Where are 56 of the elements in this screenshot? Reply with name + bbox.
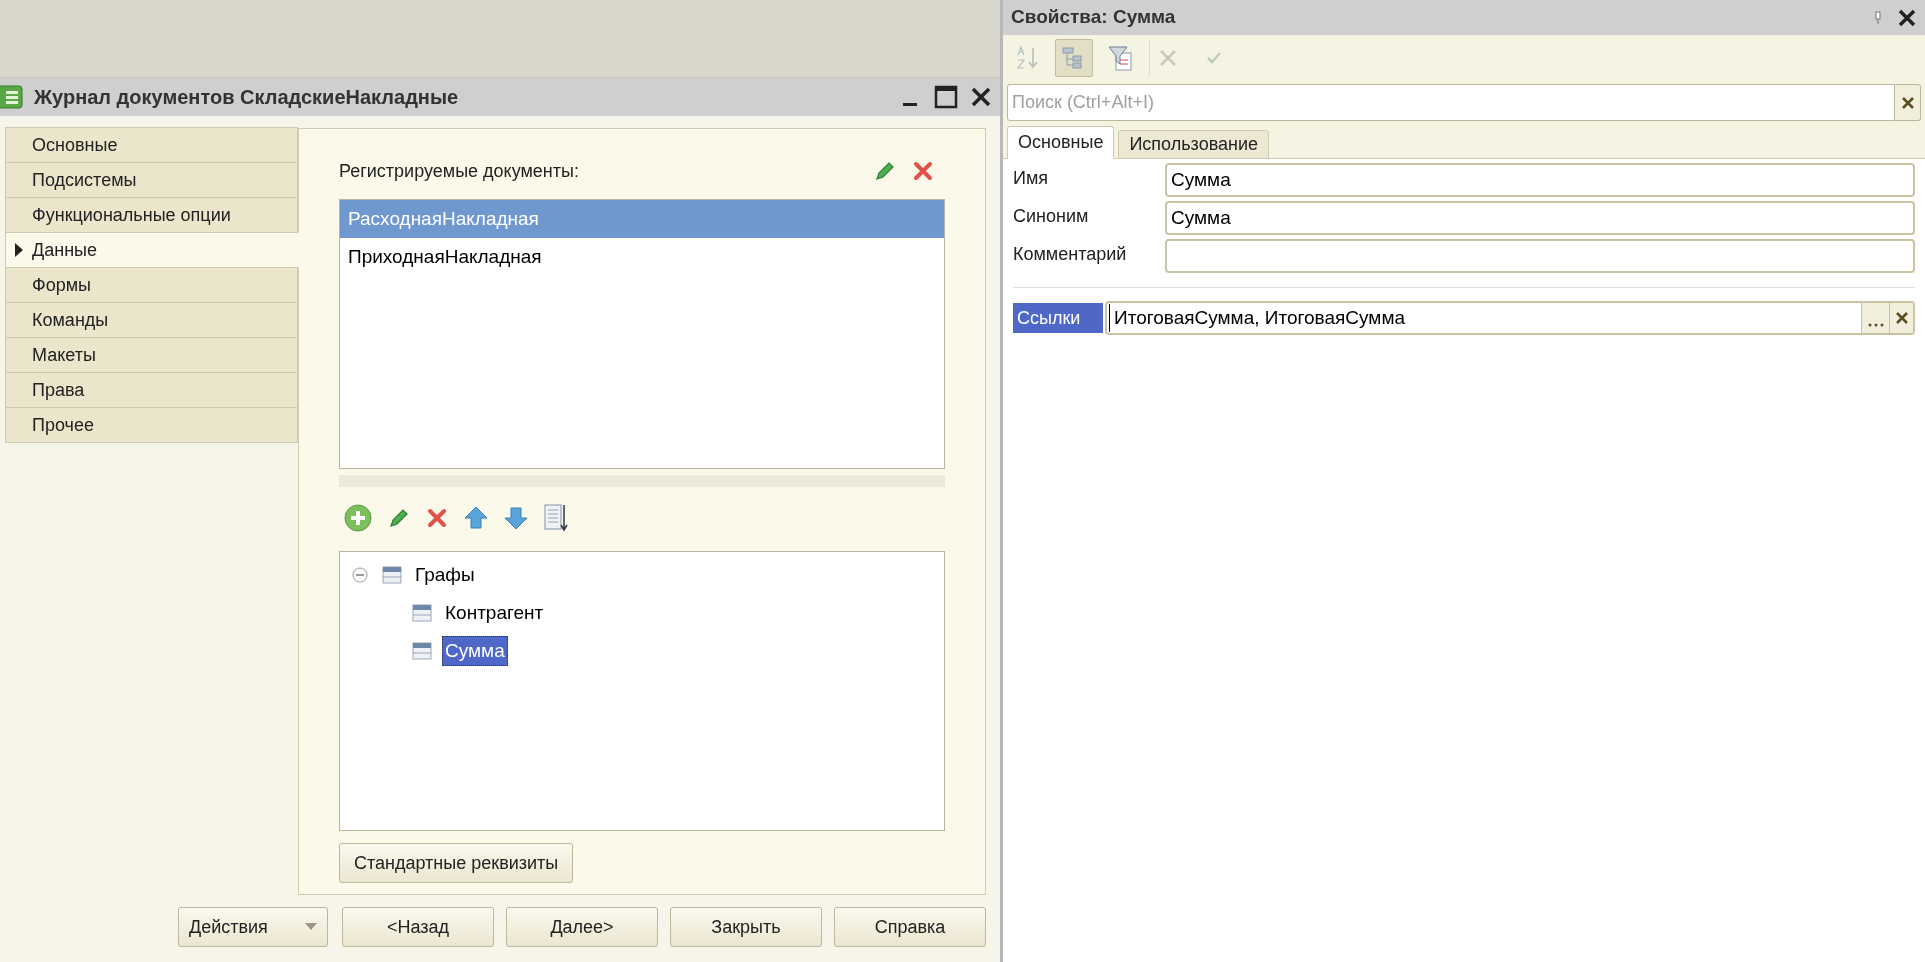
collapse-icon[interactable] bbox=[352, 567, 368, 583]
delete-icon[interactable] bbox=[911, 159, 935, 183]
footer-button[interactable]: <Назад bbox=[342, 907, 494, 947]
field-label: Комментарий bbox=[1013, 243, 1128, 266]
arrow-down-icon[interactable] bbox=[503, 505, 529, 531]
field-label: Синоним bbox=[1013, 205, 1090, 228]
arrow-up-icon[interactable] bbox=[463, 505, 489, 531]
table-row-icon bbox=[382, 565, 402, 585]
actions-dropdown[interactable]: Действия bbox=[178, 907, 328, 947]
ellipsis-icon bbox=[1867, 323, 1884, 327]
section-tab[interactable]: Подсистемы bbox=[5, 162, 298, 198]
section-tab[interactable]: Права bbox=[5, 372, 298, 408]
section-tab[interactable]: Основные bbox=[5, 127, 298, 163]
close-icon[interactable] bbox=[1897, 7, 1917, 28]
pin-icon[interactable] bbox=[1873, 10, 1883, 25]
footer-button[interactable]: Далее> bbox=[506, 907, 658, 947]
property-tab[interactable]: Основные bbox=[1007, 126, 1115, 159]
window-title: Журнал документов СкладскиеНакладные bbox=[34, 85, 460, 110]
section-tab[interactable]: Команды bbox=[5, 302, 298, 338]
section-tab[interactable]: Формы bbox=[5, 267, 298, 303]
maximize-icon[interactable] bbox=[934, 85, 958, 109]
text-field[interactable]: Сумма bbox=[1165, 201, 1915, 235]
close-icon bbox=[1900, 95, 1915, 110]
section-tab[interactable]: Функциональные опции bbox=[5, 197, 298, 233]
clear-button[interactable] bbox=[1889, 303, 1913, 333]
journal-icon bbox=[0, 84, 26, 110]
toolbar-button[interactable] bbox=[1055, 39, 1093, 77]
pointer-icon bbox=[14, 242, 24, 258]
section-label: Регистрируемые документы: bbox=[339, 159, 579, 183]
footer-button[interactable]: Справка bbox=[834, 907, 986, 947]
delete-icon[interactable] bbox=[425, 506, 449, 530]
tree-item[interactable]: Контрагент bbox=[442, 597, 547, 629]
close-icon bbox=[1894, 311, 1909, 325]
property-tab[interactable]: Использование bbox=[1118, 130, 1270, 159]
links-field[interactable]: ИтоговаяСумма, ИтоговаяСумма bbox=[1105, 301, 1915, 335]
tree-item[interactable]: Сумма bbox=[442, 635, 508, 667]
section-tab[interactable]: Макеты bbox=[5, 337, 298, 373]
panel-title: Свойства: Сумма bbox=[1011, 5, 1177, 30]
section-tab[interactable]: Данные bbox=[5, 232, 299, 268]
caret-icon bbox=[305, 923, 317, 931]
list-sort-icon[interactable] bbox=[543, 503, 569, 533]
text-field[interactable] bbox=[1165, 239, 1915, 273]
standard-attributes-button[interactable]: Стандартные реквизиты bbox=[339, 843, 574, 883]
tree-item[interactable]: Графы bbox=[412, 559, 478, 591]
field-label: Имя bbox=[1013, 167, 1050, 190]
close-icon[interactable] bbox=[970, 86, 992, 108]
footer-button[interactable]: Закрыть bbox=[670, 907, 822, 947]
section-tab[interactable]: Прочее bbox=[5, 407, 298, 443]
field-label: Ссылки bbox=[1013, 303, 1103, 333]
text-field[interactable]: Сумма bbox=[1165, 163, 1915, 197]
table-row-icon bbox=[412, 603, 432, 623]
list-item[interactable]: ПриходнаяНакладная bbox=[340, 238, 944, 276]
add-icon[interactable] bbox=[343, 503, 373, 533]
table-row-icon bbox=[412, 641, 432, 661]
search-field[interactable]: Поиск (Ctrl+Alt+I) bbox=[1007, 84, 1895, 121]
clear-button[interactable] bbox=[1895, 84, 1921, 121]
